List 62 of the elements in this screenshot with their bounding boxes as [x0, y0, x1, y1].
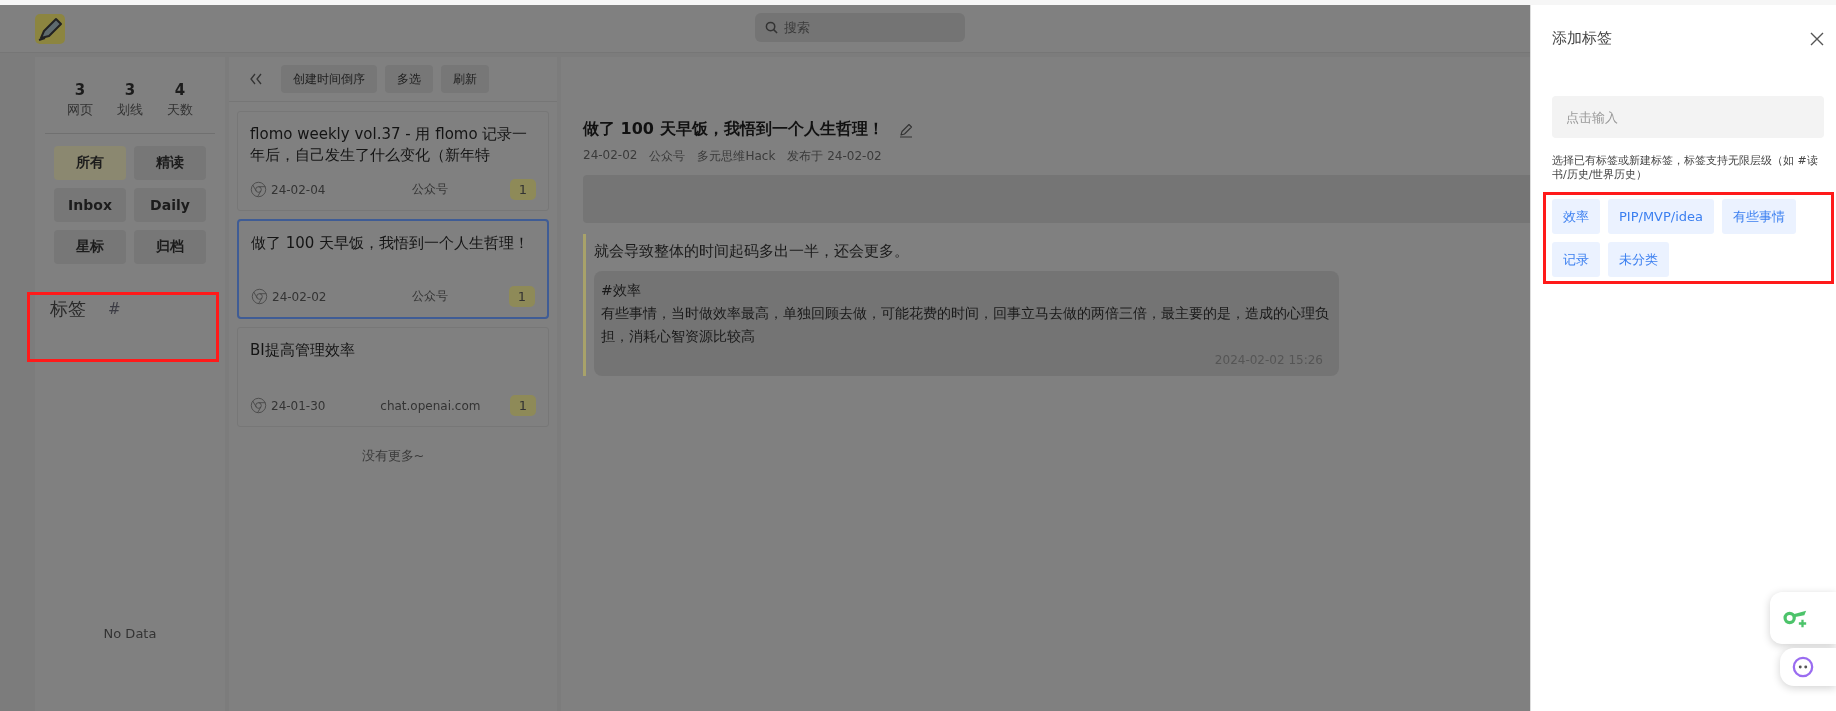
article-card[interactable]: 做了 100 天早饭，我悟到一个人生哲理！ 24-02-02 公众号 1 [237, 219, 549, 319]
meta-text: 24-02-02 [583, 148, 638, 164]
browser-icon [250, 181, 267, 198]
end-of-list-text: 没有更多~ [361, 448, 425, 463]
card-source: 公众号 [411, 288, 450, 305]
article-card[interactable]: BI提高管理效率 24-01-30 chat.openai.com 1 [237, 327, 549, 427]
app-logo-icon[interactable] [35, 13, 65, 44]
filter-button[interactable]: Daily [134, 188, 206, 222]
stat-value: 4 [174, 81, 186, 99]
note-tag: #效率 [601, 279, 1331, 302]
empty-text: No Data [103, 626, 157, 641]
tag-chip[interactable]: 有些事情 [1722, 199, 1797, 234]
card-source: chat.openai.com [379, 398, 482, 413]
note-text: 有些事情，当时做效率最高，单独回顾去做，可能花费的时间，回事立马去做的两倍三倍，最主要的是，造成的心理负担，消耗心智资源比较高 [601, 304, 1330, 346]
search-field[interactable]: 搜索 [755, 13, 965, 42]
card-date: 24-01-30 [271, 398, 327, 413]
stat-label: 网页 [67, 101, 93, 119]
tag-chip[interactable]: PIP/MVP/idea [1608, 199, 1715, 234]
article-card[interactable]: flomo weekly vol.37 - 用 flomo 记录一年后，自己发生了什么变化（新年特 24-02-04 公众号 1 [237, 111, 549, 211]
collapse-icon[interactable] [249, 73, 263, 85]
add-tag-button[interactable]: # [108, 300, 121, 318]
count-badge: 1 [509, 179, 536, 200]
meta-text: 多元思维Hack [697, 148, 776, 165]
section-title: 标签 [50, 297, 86, 321]
meta-text: 公众号 [649, 148, 686, 165]
hint-text: 选择已有标签或新建标签，标签支持无限层级（如 #读书/历史/世界历史） [1552, 154, 1819, 182]
toolbar-button[interactable]: 刷新 [441, 65, 489, 93]
tag-chip[interactable]: 记录 [1552, 242, 1600, 277]
tag-input-field[interactable]: 点击输入 [1552, 96, 1824, 138]
face-icon [1792, 656, 1814, 678]
card-date: 24-02-02 [272, 289, 328, 304]
drawer-title: 添加标签 [1552, 29, 1612, 48]
card-title: BI提高管理效率 [250, 340, 356, 361]
count-badge: 1 [509, 395, 536, 416]
search-icon [765, 21, 778, 34]
article-title: 做了 100 天早饭，我悟到一个人生哲理！ [583, 119, 884, 140]
assistant-button[interactable] [1780, 648, 1836, 686]
stat-value: 3 [124, 81, 136, 99]
browser-icon [250, 397, 267, 414]
stat-value: 3 [74, 81, 86, 99]
browser-icon [251, 288, 268, 305]
tag-chip[interactable]: 效率 [1552, 199, 1600, 234]
filter-button[interactable]: 归档 [134, 230, 206, 264]
card-title: 做了 100 天早饭，我悟到一个人生哲理！ [251, 233, 531, 254]
quote-text: 就会导致整体的时间起码多出一半，还会更多。 [594, 242, 910, 261]
toolbar-button[interactable]: 创建时间倒序 [281, 65, 377, 93]
card-date: 24-02-04 [271, 182, 327, 197]
toolbar-button[interactable]: 多选 [385, 65, 433, 93]
stat-label: 划线 [117, 101, 143, 119]
meta-text: 发布于 24-02-02 [787, 148, 882, 165]
card-title: flomo weekly vol.37 - 用 flomo 记录一年后，自己发生了什么变化（新年特 [250, 124, 529, 166]
filter-button[interactable]: 精读 [134, 146, 206, 180]
filter-button[interactable]: 星标 [54, 230, 126, 264]
card-source: 公众号 [411, 181, 450, 198]
close-icon[interactable] [1810, 31, 1824, 46]
count-badge: 1 [508, 286, 535, 307]
stat-label: 天数 [167, 101, 193, 119]
edit-icon[interactable] [897, 121, 914, 138]
filter-button[interactable]: Inbox [54, 188, 126, 222]
add-note-button[interactable] [1770, 592, 1836, 644]
tag-chip[interactable]: 未分类 [1608, 242, 1669, 277]
filter-button[interactable]: 所有 [54, 146, 126, 180]
